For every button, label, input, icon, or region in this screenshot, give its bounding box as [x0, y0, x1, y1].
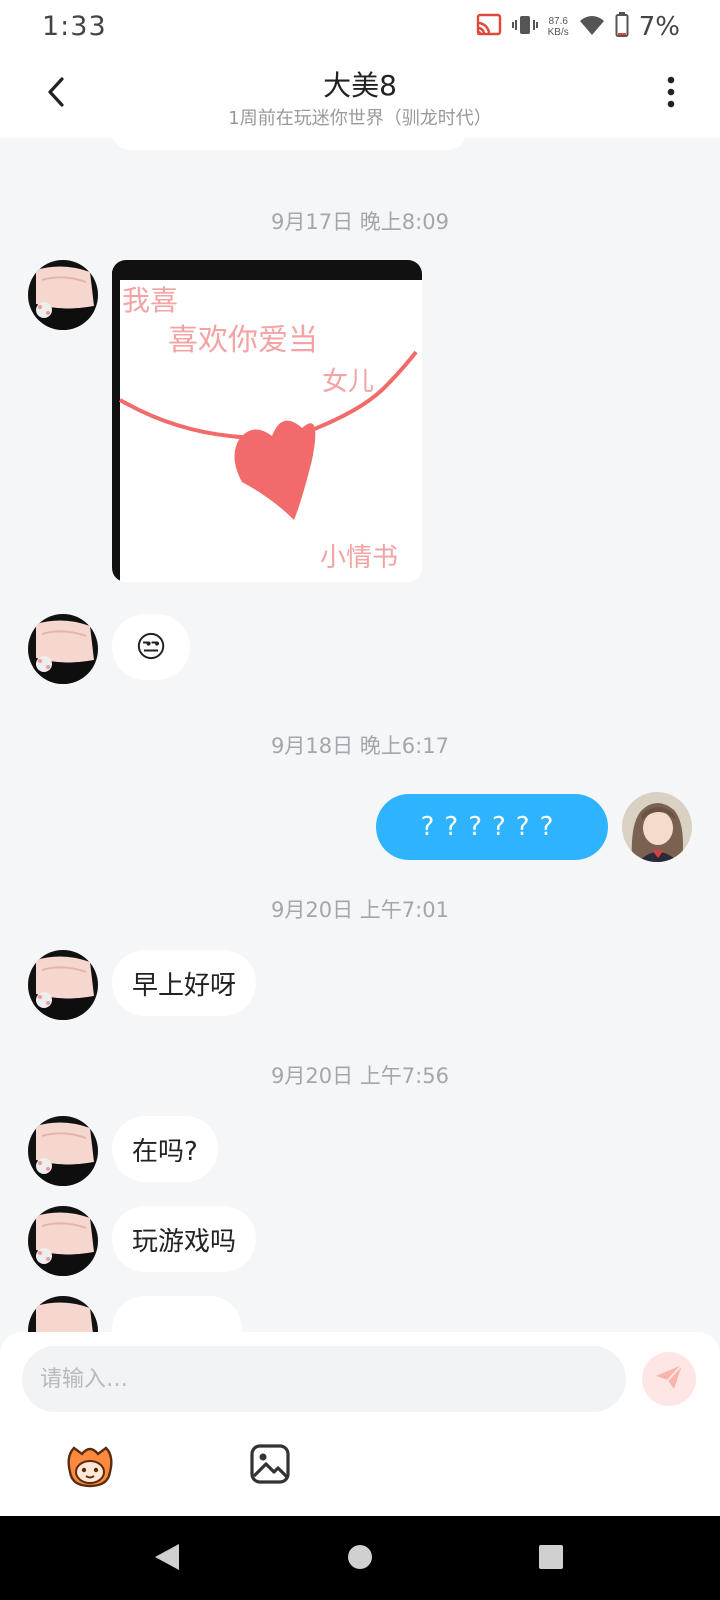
- sticker-button[interactable]: [64, 1442, 116, 1488]
- contact-avatar[interactable]: [28, 614, 98, 684]
- contact-status: 1周前在玩迷你世界（驯龙时代）: [228, 108, 492, 129]
- drawing-text: 小情书: [320, 543, 398, 573]
- nav-recents-icon: [538, 1544, 564, 1574]
- message-timestamp: 9月20日 上午7:01: [271, 898, 449, 922]
- more-options-button[interactable]: [656, 72, 686, 116]
- net-speed: 87.6 KB/s: [548, 16, 569, 38]
- contact-avatar[interactable]: [28, 1116, 98, 1186]
- drawing-text: 女儿: [322, 367, 374, 397]
- message-timestamp: 9月17日 晚上8:09: [271, 210, 449, 234]
- contact-avatar[interactable]: [28, 260, 98, 330]
- drawing-text: 喜欢你爱当: [168, 323, 318, 358]
- message-bubble[interactable]: ??????: [376, 794, 608, 860]
- nav-home-button[interactable]: [343, 1542, 377, 1576]
- status-icons: 87.6 KB/s 7%: [476, 12, 680, 42]
- message-text: 玩游戏吗: [132, 1226, 237, 1257]
- vibrate-icon: [511, 13, 538, 41]
- wifi-icon: [579, 14, 605, 40]
- nav-back-button[interactable]: [150, 1542, 184, 1576]
- message-text: ??????: [420, 812, 564, 842]
- message-bubble[interactable]: 早上好呀: [112, 950, 257, 1016]
- contact-name: 大美8: [323, 69, 397, 102]
- previous-message-bubble: [112, 138, 466, 150]
- cast-icon: [476, 13, 502, 41]
- image-icon: [248, 1444, 292, 1490]
- contact-avatar[interactable]: [28, 950, 98, 1020]
- my-avatar[interactable]: [622, 792, 692, 862]
- net-speed-unit: KB/s: [547, 27, 569, 38]
- message-timestamp: 9月18日 晚上6:17: [271, 734, 449, 758]
- message-input[interactable]: [22, 1346, 626, 1412]
- composer: [0, 1332, 720, 1516]
- image-message[interactable]: 我喜 喜欢你爱当 女儿 小情书: [112, 260, 422, 582]
- message-timestamp: 9月20日 上午7:56: [271, 1064, 449, 1088]
- send-icon: [654, 1363, 684, 1395]
- chat-header: 大美8 1周前在玩迷你世界（驯龙时代）: [0, 56, 720, 138]
- image-button[interactable]: [248, 1442, 292, 1486]
- message-bubble[interactable]: [112, 1296, 242, 1332]
- contact-avatar[interactable]: [28, 1296, 98, 1332]
- nav-recents-button[interactable]: [534, 1542, 568, 1576]
- system-nav-bar: [0, 1516, 720, 1600]
- contact-avatar[interactable]: [28, 1206, 98, 1276]
- message-bubble[interactable]: 在吗?: [112, 1116, 218, 1182]
- send-button[interactable]: [642, 1352, 696, 1406]
- nav-back-icon: [153, 1542, 181, 1576]
- message-list[interactable]: 9月17日 晚上8:09 我喜 喜欢你爱当 女儿 小情书 😒 9月18日 晚上6…: [0, 138, 720, 1332]
- message-text: 😒: [135, 629, 167, 665]
- battery-percent: 7%: [638, 12, 680, 42]
- message-bubble[interactable]: 😒: [112, 614, 190, 680]
- more-vertical-icon: [667, 76, 675, 112]
- battery-icon: [615, 12, 629, 42]
- message-text: 早上好呀: [132, 970, 237, 1001]
- nav-home-icon: [346, 1543, 374, 1575]
- sticker-mascot-icon: [64, 1446, 116, 1492]
- status-time: 1:33: [42, 11, 107, 42]
- net-speed-value: 87.6: [548, 16, 568, 27]
- status-bar: 1:33 87.6 KB/s 7%: [0, 0, 720, 56]
- drawing-text: 我喜: [122, 284, 178, 317]
- message-bubble[interactable]: 玩游戏吗: [112, 1206, 257, 1272]
- message-text: 在吗?: [132, 1136, 198, 1167]
